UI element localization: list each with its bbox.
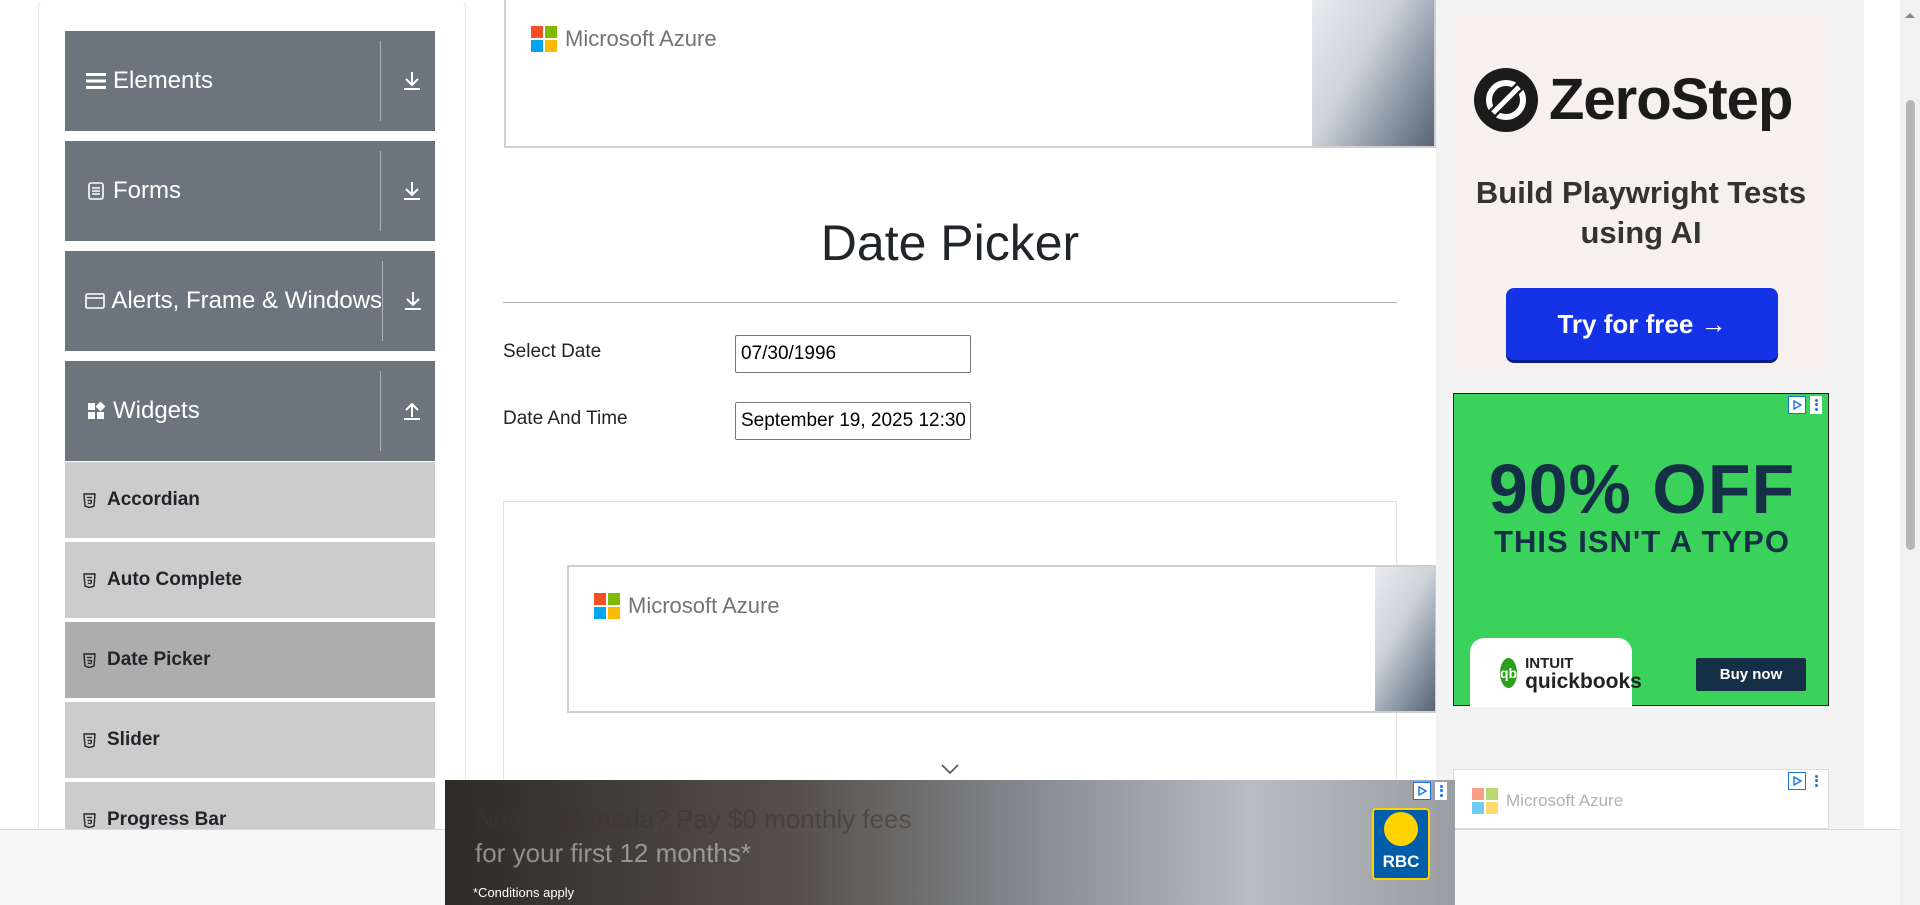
group-label: Widgets <box>113 397 200 424</box>
divider <box>380 151 381 231</box>
window-icon <box>85 293 105 309</box>
zerostep-name: ZeroStep <box>1549 67 1793 132</box>
rbc-banner-ad[interactable]: New to Canada? Pay $0 monthly fees for y… <box>445 780 1455 905</box>
more-options-icon[interactable] <box>1810 396 1822 414</box>
ad-choices[interactable] <box>1413 782 1447 800</box>
ad-choices[interactable] <box>1788 396 1822 414</box>
sidebar-item-label: Accordian <box>107 489 200 510</box>
date-and-time-label: Date And Time <box>503 408 628 429</box>
zerostep-logo-icon <box>1474 67 1538 132</box>
html5-icon <box>83 572 97 588</box>
widgets-icon <box>85 402 107 420</box>
sidebar-item-accordian[interactable]: Accordian <box>65 462 435 540</box>
download-arrow-icon[interactable] <box>401 291 425 311</box>
date-and-time-input[interactable] <box>735 402 971 440</box>
sidebar-item-label: Date Picker <box>107 649 211 670</box>
microsoft-squares-icon <box>531 26 557 52</box>
buy-now-button[interactable]: Buy now <box>1696 658 1806 691</box>
sidebar-item-label: Auto Complete <box>107 569 243 590</box>
rbc-headline-line-2: for your first 12 months* <box>475 838 751 868</box>
ad-photo <box>1375 567 1435 711</box>
html5-icon <box>83 812 97 828</box>
divider <box>380 41 381 121</box>
scroll-up-arrow-icon[interactable] <box>1904 6 1916 24</box>
sidebar-item-label: Slider <box>107 729 160 750</box>
ad-photo <box>1312 0 1434 146</box>
ad-brand: Microsoft Azure <box>1506 791 1624 810</box>
zerostep-brand: ZeroStep <box>1473 66 1793 133</box>
quickbooks-subline: THIS ISN'T A TYPO <box>1494 524 1790 559</box>
page-title: Date Picker <box>820 215 1080 271</box>
document-icon <box>85 182 107 200</box>
ad-choices[interactable] <box>1788 772 1822 790</box>
rbc-headline-line-1: New to Canada? Pay $0 monthly fees <box>475 804 912 834</box>
group-label: Forms <box>113 177 181 204</box>
divider <box>380 371 381 451</box>
select-date-input[interactable] <box>735 335 971 373</box>
sidebar-item-auto-complete[interactable]: Auto Complete <box>65 542 435 620</box>
more-options-icon[interactable] <box>1810 772 1822 790</box>
microsoft-logo: Microsoft Azure <box>594 593 780 619</box>
quickbooks-brand-card: qb INTUIT quickbooks <box>1470 638 1642 707</box>
adchoices-icon[interactable] <box>1788 396 1806 414</box>
group-forms[interactable]: Forms <box>65 141 435 241</box>
quickbooks-headline: 90% OFF <box>1488 450 1796 528</box>
ad-brand: Microsoft Azure <box>628 593 780 618</box>
scrollbar-thumb[interactable] <box>1906 100 1915 550</box>
ad-brand: Microsoft Azure <box>565 26 717 51</box>
sidebar-item-label: Progress Bar <box>107 809 227 830</box>
rbc-logo-text: RBC <box>1382 852 1420 871</box>
rbc-headline: New to Canada? Pay $0 monthly fees for y… <box>475 802 911 870</box>
zerostep-tagline: Build Playwright Tests using AI <box>1475 175 1807 250</box>
quickbooks-logo-icon: qb <box>1500 657 1518 688</box>
group-alerts-frame-windows[interactable]: Alerts, Frame & Windows <box>65 251 435 351</box>
quickbooks-text: quickbooks <box>1525 669 1642 693</box>
divider <box>382 261 383 341</box>
chevron-down-icon[interactable] <box>940 762 960 780</box>
select-date-label: Select Date <box>503 341 602 362</box>
html5-icon <box>83 492 97 508</box>
adchoices-icon[interactable] <box>1788 772 1806 790</box>
adchoices-icon[interactable] <box>1413 782 1431 800</box>
microsoft-logo: Microsoft Azure <box>1472 788 1623 814</box>
try-for-free-button[interactable]: Try for free → <box>1506 288 1778 360</box>
zerostep-ad[interactable]: ZeroStep Build Playwright Tests using AI… <box>1453 18 1829 373</box>
azure-ad-small[interactable]: Microsoft Azure <box>1453 769 1829 829</box>
rbc-logo: RBC <box>1372 808 1430 880</box>
group-elements[interactable]: Elements <box>65 31 435 131</box>
html5-icon <box>83 652 97 668</box>
download-arrow-icon[interactable] <box>399 181 425 201</box>
more-options-icon[interactable] <box>1435 782 1447 800</box>
group-label: Alerts, Frame & Windows <box>111 287 383 314</box>
microsoft-squares-icon <box>594 593 620 619</box>
hamburger-icon <box>85 72 107 90</box>
sidebar-item-slider[interactable]: Slider <box>65 702 435 780</box>
group-widgets[interactable]: Widgets <box>65 361 435 461</box>
rbc-lion-icon <box>1384 812 1418 846</box>
microsoft-squares-icon <box>1472 788 1498 814</box>
group-label: Elements <box>113 67 214 94</box>
upload-arrow-icon[interactable] <box>399 401 425 421</box>
quickbooks-ad[interactable]: 90% OFF THIS ISN'T A TYPO qb INTUIT quic… <box>1453 393 1829 707</box>
microsoft-logo: Microsoft Azure <box>531 26 717 52</box>
title-divider <box>503 302 1397 303</box>
azure-ad-top[interactable]: Microsoft Azure <box>504 0 1436 148</box>
sidebar-item-date-picker[interactable]: Date Picker <box>65 622 435 700</box>
download-arrow-icon[interactable] <box>399 71 425 91</box>
rbc-conditions: *Conditions apply <box>473 885 575 900</box>
html5-icon <box>83 732 97 748</box>
azure-ad-inner[interactable]: Microsoft Azure <box>567 565 1437 713</box>
